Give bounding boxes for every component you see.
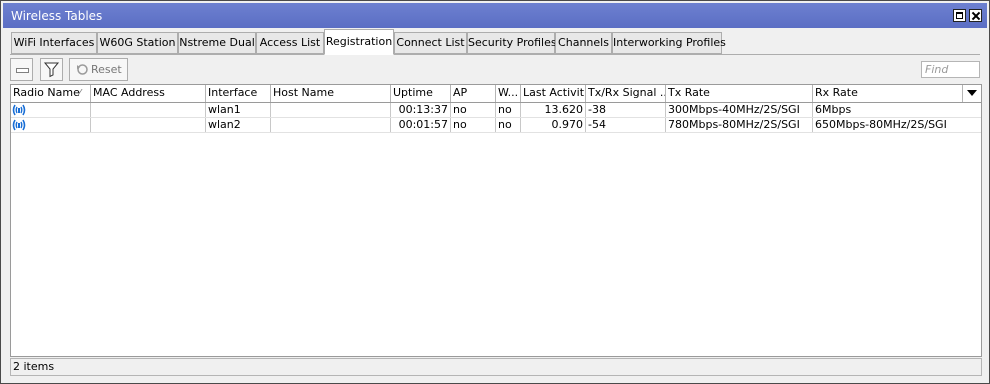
column-header-host-name[interactable]: Host Name (271, 85, 391, 102)
sort-indicator-icon: ⁄ (79, 88, 81, 99)
column-header-w[interactable]: W... (496, 85, 521, 102)
cell-tx-rate: 780Mbps-80MHz/2S/SGI (666, 118, 813, 133)
toolbar: Reset (10, 58, 980, 82)
column-header-tx-rx-signal[interactable]: Tx/Rx Signal ... (586, 85, 666, 102)
reset-button[interactable]: Reset (69, 58, 128, 81)
tab-wifi-interfaces[interactable]: WiFi Interfaces (11, 32, 97, 54)
tab-interworking-profiles[interactable]: Interworking Profiles (612, 32, 726, 54)
cell-ap: no (451, 118, 496, 133)
tab-connect-list[interactable]: Connect List (394, 32, 467, 54)
cell-last-activity: 13.620 (521, 103, 586, 118)
cell-rx-rate: 650Mbps-80MHz/2S/SGI (815, 118, 947, 131)
reset-refresh-icon (77, 64, 88, 75)
cell-uptime: 00:01:57 (391, 118, 451, 133)
cell-w: no (496, 103, 521, 118)
cell-last-activity: 0.970 (521, 118, 586, 133)
wireless-link-icon (12, 119, 26, 131)
table-header: Radio Name ⁄ MAC Address Interface Host N… (11, 85, 981, 103)
table-row[interactable]: wlan2 00:01:57 no no 0.970 -54 780Mbps-8… (11, 118, 981, 133)
maximize-button[interactable] (953, 9, 966, 22)
item-count: 2 items (13, 360, 55, 373)
remove-button[interactable] (10, 58, 33, 81)
cell-uptime: 00:13:37 (391, 103, 451, 118)
column-header-interface[interactable]: Interface (206, 85, 271, 102)
column-header-mac-address[interactable]: MAC Address (91, 85, 206, 102)
tab-registration[interactable]: Registration (324, 29, 394, 55)
cell-mac-address (91, 118, 206, 133)
filter-funnel-icon (43, 62, 60, 78)
cell-radio-name (11, 103, 91, 118)
status-bar: 2 items (10, 358, 982, 376)
wireless-tables-window: Wireless Tables WiFi Interfaces W60G Sta… (0, 0, 990, 384)
filter-button[interactable] (40, 58, 63, 81)
cell-tx-rx-signal: -38 (586, 103, 666, 118)
column-header-tx-rate[interactable]: Tx Rate (666, 85, 813, 102)
cell-mac-address (91, 103, 206, 118)
reset-label: Reset (91, 63, 122, 76)
cell-interface: wlan2 (206, 118, 271, 133)
table-row[interactable]: wlan1 00:13:37 no no 13.620 -38 300Mbps-… (11, 103, 981, 118)
cell-tx-rx-signal: -54 (586, 118, 666, 133)
column-header-rx-rate[interactable]: Rx Rate (813, 85, 963, 102)
column-header-uptime[interactable]: Uptime (391, 85, 451, 102)
tab-channels[interactable]: Channels (555, 32, 612, 54)
cell-host-name (271, 103, 391, 118)
cell-ap: no (451, 103, 496, 118)
cell-interface: wlan1 (206, 103, 271, 118)
title-bar[interactable]: Wireless Tables (3, 3, 987, 28)
find-input[interactable] (921, 61, 980, 78)
registration-table: Radio Name ⁄ MAC Address Interface Host N… (10, 84, 982, 357)
tab-access-list[interactable]: Access List (256, 32, 324, 54)
cell-tx-rate: 300Mbps-40MHz/2S/SGI (666, 103, 813, 118)
column-header-radio-name[interactable]: Radio Name ⁄ (11, 85, 91, 102)
column-header-last-activity[interactable]: Last Activit... (521, 85, 586, 102)
column-menu-icon[interactable] (963, 85, 981, 102)
column-header-ap[interactable]: AP (451, 85, 496, 102)
tab-divider (10, 54, 980, 55)
window-title: Wireless Tables (11, 9, 103, 23)
row-divider (11, 132, 981, 133)
cell-host-name (271, 118, 391, 133)
cell-w: no (496, 118, 521, 133)
minus-icon (16, 68, 29, 73)
cell-rx-rate: 6Mbps (815, 103, 852, 116)
wireless-link-icon (12, 104, 26, 116)
tab-nstreme-dual[interactable]: Nstreme Dual (178, 32, 256, 54)
tab-security-profiles[interactable]: Security Profiles (467, 32, 557, 54)
close-button[interactable] (969, 9, 982, 22)
tab-w60g-station[interactable]: W60G Station (97, 32, 178, 54)
cell-radio-name (11, 118, 91, 133)
